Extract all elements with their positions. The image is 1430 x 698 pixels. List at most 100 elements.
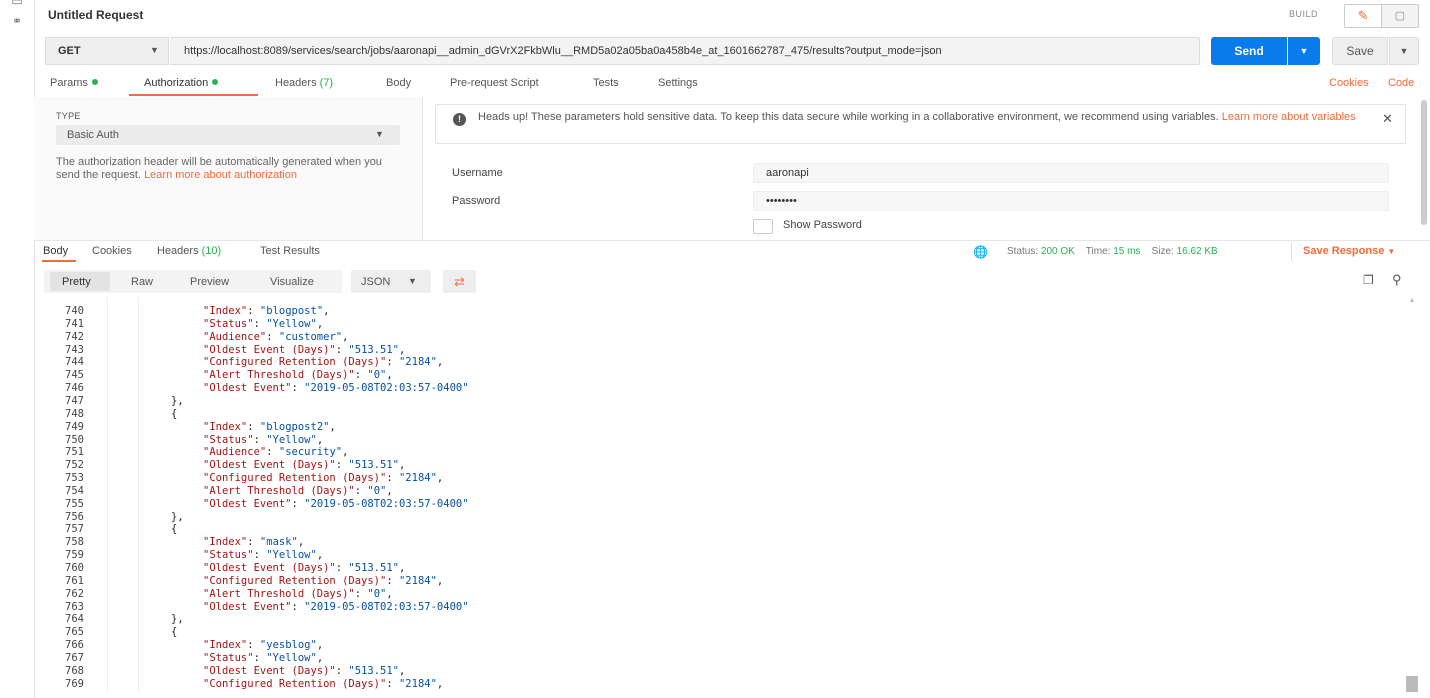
scroll-up-icon[interactable]: ▲	[1408, 297, 1416, 304]
window-icon[interactable]: ▭	[9, 0, 25, 8]
json-value: "2184"	[398, 677, 437, 690]
copy-icon[interactable]: ❐	[1363, 273, 1374, 287]
send-dropdown-caret-down-icon[interactable]: ▼	[1288, 37, 1320, 65]
cookies-link[interactable]: Cookies	[1329, 77, 1369, 89]
json-key: "Configured Retention (Days)"	[203, 356, 387, 369]
json-value: "security"	[278, 446, 343, 459]
method-select[interactable]: GET ▼	[45, 37, 169, 65]
code-scrollbar-track[interactable]	[1406, 298, 1418, 694]
json-key: "Oldest Event (Days)"	[203, 343, 336, 356]
code-line: 750 "Status": "Yellow",	[34, 434, 1394, 447]
response-status-bar: Status: 200 OK Time: 15 ms Size: 16.62 K…	[1007, 246, 1218, 257]
line-number: 749	[65, 420, 84, 433]
request-title[interactable]: Untitled Request	[48, 8, 143, 22]
line-number: 761	[65, 574, 84, 587]
tab-body[interactable]: Body	[386, 77, 411, 89]
team-icon[interactable]: ⚭	[9, 14, 25, 28]
code-scrollbar-thumb[interactable]	[1406, 676, 1418, 692]
wrap-lines-icon[interactable]: ⇄	[443, 270, 476, 293]
language-select[interactable]: JSON ▼	[351, 270, 431, 293]
authorization-status-dot	[212, 79, 219, 85]
search-icon[interactable]: ⚲	[1392, 272, 1402, 288]
tab-authorization[interactable]: Authorization	[144, 77, 219, 89]
json-key: "Alert Threshold (Days)"	[203, 587, 355, 600]
code-text: {	[171, 523, 178, 536]
code-text: "Oldest Event": "2019-05-08T02:03:57-040…	[203, 600, 469, 613]
json-value: "customer"	[278, 330, 343, 343]
line-number: 759	[65, 549, 84, 562]
response-tab-body[interactable]: Body	[43, 245, 68, 257]
json-value: "2184"	[398, 472, 437, 485]
auth-type-select[interactable]: Basic Auth ▼	[56, 125, 400, 145]
time-value[interactable]: 15 ms	[1113, 246, 1140, 257]
size-value[interactable]: 16.62 KB	[1177, 246, 1218, 257]
code-link[interactable]: Code	[1388, 77, 1414, 89]
comment-icon[interactable]: ▢	[1381, 4, 1419, 28]
response-tab-test-results[interactable]: Test Results	[260, 245, 320, 257]
url-input[interactable]: https://localhost:8089/services/search/j…	[170, 37, 1200, 65]
code-line: 761 "Configured Retention (Days)": "2184"…	[34, 575, 1394, 588]
line-number: 745	[65, 369, 84, 382]
pencil-icon[interactable]: ✎	[1344, 4, 1382, 28]
warning-body: Heads up! These parameters hold sensitiv…	[478, 111, 1222, 123]
response-tab-cookies[interactable]: Cookies	[92, 245, 132, 257]
code-line: 762 "Alert Threshold (Days)": "0",	[34, 588, 1394, 601]
line-number: 765	[65, 626, 84, 639]
code-text: "Alert Threshold (Days)": "0",	[203, 369, 393, 382]
response-body-editor[interactable]: 740 "Index": "blogpost", 741 "Status": "Yel…	[34, 297, 1404, 692]
tab-headers-count: (7)	[319, 77, 334, 89]
json-value: "mask"	[259, 536, 298, 549]
json-key: "Oldest Event"	[203, 497, 292, 510]
show-password-checkbox[interactable]	[753, 219, 773, 234]
tab-headers-label: Headers	[275, 77, 317, 89]
close-icon[interactable]: ✕	[1382, 111, 1393, 127]
code-line: 767 "Status": "Yellow",	[34, 652, 1394, 665]
json-value: "blogpost"	[259, 305, 324, 317]
code-text: "Configured Retention (Days)": "2184",	[203, 472, 444, 485]
raw-button[interactable]: Raw	[131, 276, 153, 288]
response-tab-headers[interactable]: Headers (10)	[157, 245, 221, 257]
save-button[interactable]: Save	[1332, 37, 1388, 65]
tab-params-label: Params	[50, 77, 88, 89]
code-line: 769 "Configured Retention (Days)": "2184"…	[34, 678, 1394, 691]
send-button[interactable]: Send	[1211, 37, 1287, 65]
code-text: "Audience": "customer",	[203, 330, 349, 343]
tab-headers[interactable]: Headers (7)	[275, 77, 333, 89]
save-response-button[interactable]: Save Response ▼	[1303, 245, 1395, 257]
code-text: "Configured Retention (Days)": "2184",	[203, 574, 444, 587]
tab-tests[interactable]: Tests	[593, 77, 619, 89]
pretty-button[interactable]: Pretty	[62, 276, 91, 288]
save-dropdown-caret-down-icon[interactable]: ▼	[1389, 37, 1419, 65]
line-number: 748	[65, 407, 84, 420]
line-number: 744	[65, 356, 84, 369]
username-field[interactable]: aaronapi	[753, 163, 1389, 183]
json-value: "513.51"	[348, 562, 399, 574]
line-number: 746	[65, 382, 84, 395]
code-line: 756},	[34, 511, 1394, 524]
auth-scrollbar[interactable]	[1421, 100, 1427, 225]
caret-down-icon: ▼	[1387, 247, 1396, 256]
tab-prerequest-script[interactable]: Pre-request Script	[450, 77, 539, 89]
globe-icon[interactable]: 🌐	[973, 245, 988, 259]
code-text: {	[171, 626, 178, 639]
caret-down-icon: ▼	[375, 129, 384, 139]
json-value: "0"	[367, 587, 387, 600]
learn-more-authorization-link[interactable]: Learn more about authorization	[144, 169, 297, 181]
code-line: 748 {	[34, 408, 1394, 421]
code-text: "Audience": "security",	[203, 446, 349, 459]
json-value: "0"	[367, 484, 387, 497]
preview-button[interactable]: Preview	[190, 276, 229, 288]
json-key: "Index"	[203, 420, 248, 433]
visualize-button[interactable]: Visualize	[270, 276, 314, 288]
line-number: 768	[65, 664, 84, 677]
code-line: 755 "Oldest Event": "2019-05-08T02:03:57-…	[34, 498, 1394, 511]
learn-more-variables-link[interactable]: Learn more about variables	[1222, 111, 1356, 123]
show-password-label[interactable]: Show Password	[783, 219, 862, 231]
password-field[interactable]: ••••••••	[753, 191, 1389, 211]
tab-settings[interactable]: Settings	[658, 77, 698, 89]
status-value[interactable]: 200 OK	[1041, 246, 1075, 257]
response-tab-headers-count: (10)	[201, 245, 222, 257]
code-line: 768 "Oldest Event (Days)": "513.51",	[34, 665, 1394, 678]
tab-params[interactable]: Params	[50, 77, 98, 89]
code-text: "Status": "Yellow",	[203, 317, 324, 330]
